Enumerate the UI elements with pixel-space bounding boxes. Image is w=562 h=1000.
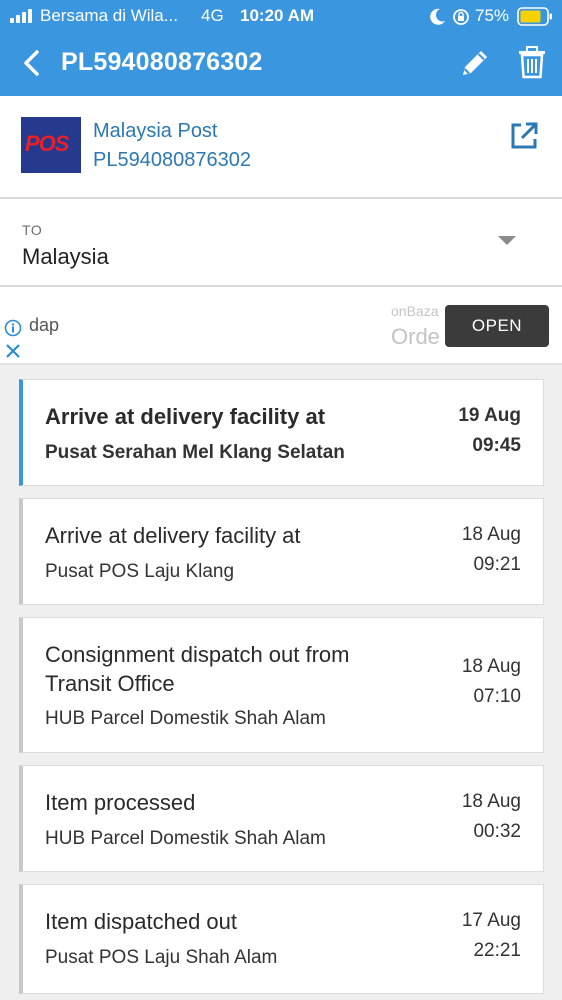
event-time: 22:21 [473, 940, 521, 961]
event-title: Arrive at delivery facility at [45, 523, 301, 548]
ad-sub-text: onBaza [391, 303, 439, 319]
event-location: Pusat POS Laju Klang [45, 561, 235, 582]
ad-sub-text-2: Orde [391, 324, 440, 349]
signal-strength-icon [10, 9, 36, 23]
event-location: HUB Parcel Domestik Shah Alam [45, 708, 326, 729]
destination-label: TO [22, 222, 43, 238]
app-bar: Bersama di Wila... 4G 10:20 AM 75% PL594… [0, 0, 562, 96]
pencil-icon[interactable] [458, 46, 492, 80]
ad-text: dap [29, 315, 60, 335]
tracking-event[interactable]: Item dispatched out Pusat POS Laju Shah … [19, 884, 544, 994]
event-title: Item processed [45, 790, 196, 815]
ad-close-icon[interactable] [5, 343, 21, 359]
tracking-event[interactable]: Arrive at delivery facility at Pusat POS… [19, 498, 544, 605]
event-location: HUB Parcel Domestik Shah Alam [45, 828, 326, 849]
event-title: Consignment dispatch out from Transit Of… [45, 642, 350, 696]
event-time: 09:45 [472, 435, 521, 456]
event-location: Pusat Serahan Mel Klang Selatan [45, 442, 345, 463]
dropdown-caret-icon[interactable] [498, 236, 516, 245]
event-date: 19 Aug [458, 405, 521, 426]
event-date: 18 Aug [461, 791, 521, 812]
event-time: 00:32 [473, 821, 521, 842]
network-type: 4G [201, 6, 224, 25]
tracking-event[interactable]: Arrive at delivery facility at Pusat Ser… [19, 379, 544, 486]
battery-icon [517, 7, 552, 26]
event-time: 07:10 [473, 686, 521, 707]
moon-icon [430, 8, 445, 25]
back-arrow-icon[interactable] [19, 47, 45, 79]
carrier-logo: POS [21, 117, 81, 173]
tracking-event[interactable]: Consignment dispatch out from Transit Of… [19, 617, 544, 753]
tracking-event[interactable]: Item processed HUB Parcel Domestik Shah … [19, 765, 544, 872]
destination-value: Malaysia [22, 244, 109, 269]
ad-info-icon[interactable] [4, 319, 22, 337]
event-date: 18 Aug [461, 656, 521, 677]
page-title: PL594080876302 [61, 48, 263, 76]
event-time: 09:21 [473, 554, 521, 575]
carrier-logo-text: POS [25, 131, 69, 156]
event-title: Arrive at delivery facility at [45, 404, 326, 429]
event-location: Pusat POS Laju Shah Alam [45, 947, 278, 968]
rotation-lock-icon [453, 9, 469, 25]
carrier-tracking-number[interactable]: PL594080876302 [93, 149, 251, 172]
ad-open-button[interactable]: OPEN [445, 305, 549, 347]
external-link-icon[interactable] [508, 120, 540, 152]
destination-selector[interactable]: TO Malaysia [0, 199, 562, 287]
ad-banner[interactable]: dap onBaza Orde OPEN [0, 289, 562, 365]
carrier-header: POS Malaysia Post PL594080876302 [0, 96, 562, 199]
event-date: 18 Aug [461, 524, 521, 545]
event-title: Item dispatched out [45, 909, 238, 934]
battery-percent: 75% [475, 6, 510, 25]
carrier-name: Bersama di Wila... [40, 6, 178, 25]
status-time: 10:20 AM [240, 6, 315, 25]
event-date: 17 Aug [461, 910, 521, 931]
carrier-name-link[interactable]: Malaysia Post [93, 120, 218, 143]
trash-icon[interactable] [517, 45, 547, 79]
status-bar: Bersama di Wila... 4G 10:20 AM 75% [0, 0, 562, 34]
tracking-events-list[interactable]: Arrive at delivery facility at Pusat Ser… [0, 365, 562, 1000]
